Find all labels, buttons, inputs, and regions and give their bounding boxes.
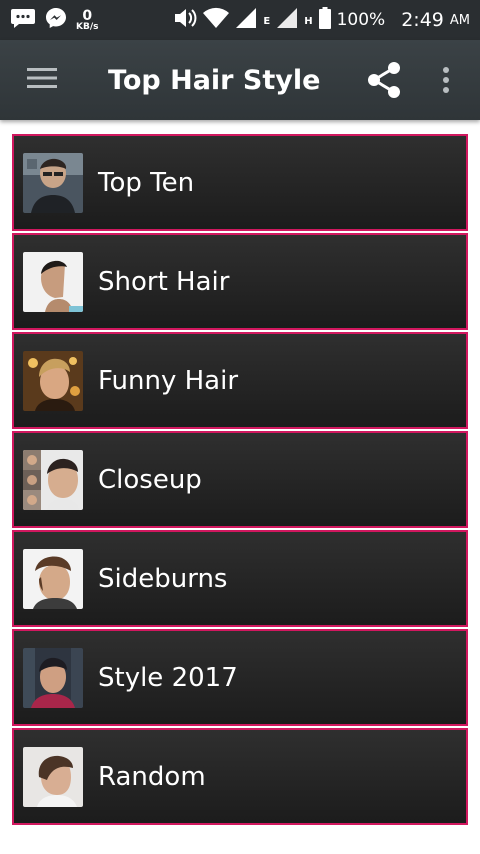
- category-label: Top Ten: [98, 167, 195, 198]
- battery-icon: [318, 7, 331, 33]
- net-speed: 0 KB/s: [76, 9, 98, 32]
- menu-button[interactable]: [0, 40, 84, 120]
- category-item-short-hair[interactable]: Short Hair: [12, 233, 468, 330]
- share-button[interactable]: [360, 58, 408, 106]
- signal-icon: [276, 7, 298, 33]
- app-toolbar: Top Hair Style: [0, 40, 480, 120]
- thumbnail-image: [23, 152, 83, 213]
- thumbnail-image: [23, 647, 83, 708]
- category-item-closeup[interactable]: Closeup: [12, 431, 468, 528]
- volume-icon: [173, 7, 197, 33]
- wifi-icon: [203, 7, 230, 33]
- share-icon: [366, 61, 402, 103]
- category-label: Random: [98, 761, 206, 792]
- category-item-style-2017[interactable]: Style 2017: [12, 629, 468, 726]
- message-icon: [10, 7, 36, 33]
- overflow-menu-icon: [442, 67, 450, 97]
- category-label: Funny Hair: [98, 365, 239, 396]
- category-label: Short Hair: [98, 266, 230, 297]
- category-list: Top Ten Short Hair Funny Hair Closeup Si…: [12, 134, 468, 830]
- thumbnail-image: [23, 548, 83, 609]
- battery-percent: 100%: [336, 10, 386, 30]
- network-type-e: E: [263, 16, 271, 27]
- category-label: Style 2017: [98, 662, 238, 693]
- messenger-icon: [44, 6, 68, 34]
- status-bar: 0 KB/s E H 100% 2:49 AM: [0, 0, 480, 40]
- clock-ampm: AM: [449, 12, 470, 28]
- thumbnail-image: [23, 350, 83, 411]
- page-title: Top Hair Style: [108, 64, 321, 96]
- thumbnail-image: [23, 746, 83, 807]
- thumbnail-image: [23, 449, 83, 510]
- network-type-h: H: [304, 16, 313, 27]
- menu-icon: [27, 67, 57, 93]
- category-item-top-ten[interactable]: Top Ten: [12, 134, 468, 231]
- category-label: Sideburns: [98, 563, 228, 594]
- thumbnail-image: [23, 251, 83, 312]
- net-speed-unit: KB/s: [76, 21, 99, 32]
- category-item-funny-hair[interactable]: Funny Hair: [12, 332, 468, 429]
- overflow-menu-button[interactable]: [428, 58, 464, 106]
- category-label: Closeup: [98, 464, 202, 495]
- clock-time: 2:49: [401, 9, 444, 31]
- net-speed-value: 0: [82, 7, 93, 24]
- category-item-random[interactable]: Random: [12, 728, 468, 825]
- category-item-sideburns[interactable]: Sideburns: [12, 530, 468, 627]
- signal-icon: [235, 7, 257, 33]
